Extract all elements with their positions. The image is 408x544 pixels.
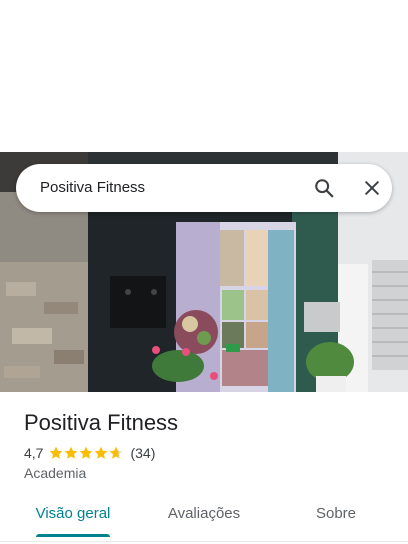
- rating-row[interactable]: 4,7 (34): [24, 444, 155, 462]
- search-button[interactable]: [308, 172, 340, 204]
- star-icon: [95, 446, 108, 459]
- review-count[interactable]: (34): [130, 445, 155, 461]
- active-tab-indicator: [36, 534, 110, 537]
- place-category[interactable]: Academia: [24, 465, 86, 481]
- search-bar[interactable]: Positiva Fitness: [16, 164, 392, 212]
- tab-about[interactable]: Sobre: [306, 496, 366, 532]
- tab-reviews[interactable]: Avaliações: [156, 496, 252, 532]
- empty-header-area: [0, 0, 408, 152]
- search-input[interactable]: Positiva Fitness: [40, 164, 145, 212]
- search-icon: [315, 179, 334, 198]
- place-tabs: Visão geral Avaliações Sobre: [0, 496, 408, 544]
- star-icon: [110, 446, 123, 459]
- tab-overview[interactable]: Visão geral: [24, 496, 122, 532]
- star-icon: [65, 446, 78, 459]
- place-title: Positiva Fitness: [24, 410, 179, 435]
- star-rating: [49, 446, 124, 460]
- rating-value: 4,7: [24, 445, 44, 461]
- star-icon: [80, 446, 93, 459]
- clear-search-button[interactable]: [356, 172, 388, 204]
- star-icon: [50, 446, 63, 459]
- tabs-divider: [0, 541, 408, 542]
- close-icon: [365, 181, 379, 195]
